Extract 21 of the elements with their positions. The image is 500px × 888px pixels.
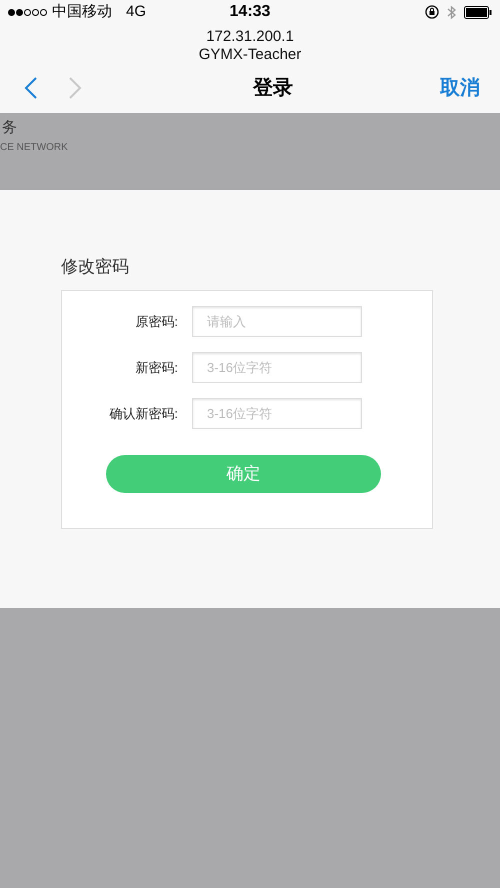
cancel-button[interactable]: 取消 xyxy=(440,73,480,103)
signal-icon xyxy=(8,8,47,16)
password-field[interactable]: 请输入 xyxy=(192,306,362,337)
password-field[interactable]: 3-16位字符 xyxy=(192,398,362,429)
field-label: 原密码: xyxy=(134,312,178,331)
confirm-button[interactable]: 确定 xyxy=(106,454,381,492)
bluetooth-icon xyxy=(447,4,456,20)
field-label: 确认新密码: xyxy=(108,404,178,423)
address-text: 172.31.200.1 xyxy=(205,28,295,46)
password-field[interactable]: 3-16位字符 xyxy=(192,352,362,383)
carrier-name: 中国移动 xyxy=(52,2,112,22)
background-subheading: CE NETWORK xyxy=(0,140,68,154)
network-type: 4G xyxy=(126,2,146,22)
battery-icon xyxy=(464,6,492,18)
clock: 14:33 xyxy=(228,2,272,22)
field-label: 新密码: xyxy=(134,358,178,377)
rotation-lock-icon xyxy=(425,5,439,19)
background-heading: 务 xyxy=(1,118,17,138)
page-title: 登录 xyxy=(252,76,294,101)
dialog-title: 修改密码 xyxy=(61,256,129,278)
site-name: GYMX-Teacher xyxy=(198,46,302,64)
